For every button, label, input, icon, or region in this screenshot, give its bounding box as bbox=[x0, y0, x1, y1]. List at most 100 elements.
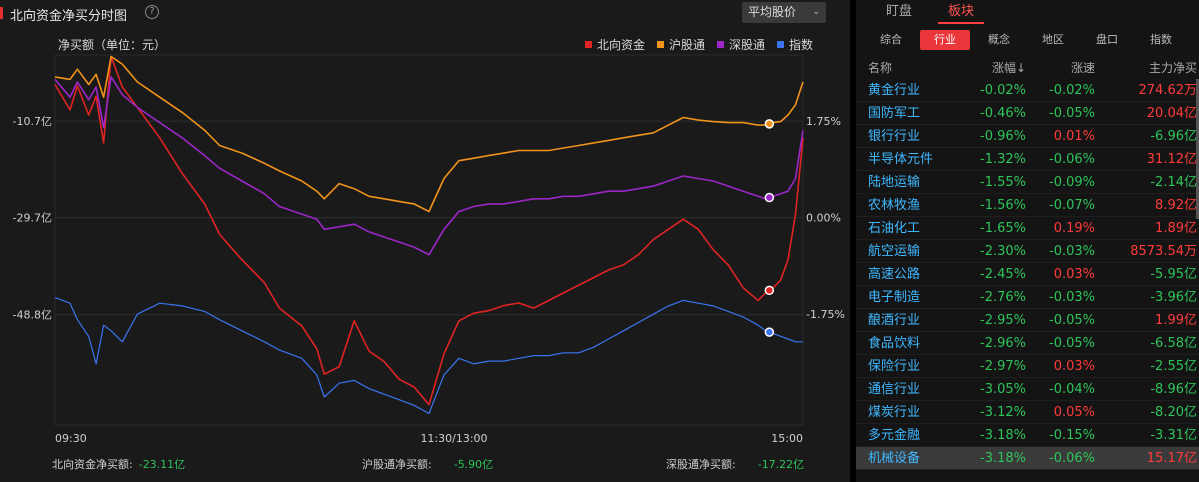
north-net-buy: 北向资金净买额: -23.11亿 bbox=[52, 456, 185, 472]
main-net-flow: -6.58亿 bbox=[1150, 336, 1197, 351]
x-tick-label: 09:30 bbox=[55, 432, 87, 445]
table-row[interactable]: 国防军工 -0.46% -0.05% 20.04亿 bbox=[856, 102, 1199, 125]
tab-sector[interactable]: 板块 bbox=[932, 0, 990, 24]
subtab-concept[interactable]: 概念 bbox=[974, 30, 1024, 50]
subtab-industry[interactable]: 行业 bbox=[920, 30, 970, 50]
header-name[interactable]: 名称 bbox=[868, 59, 892, 76]
change-speed: -0.02% bbox=[1049, 83, 1095, 98]
main-net-flow: 1.99亿 bbox=[1155, 313, 1197, 328]
sector-name: 黄金行业 bbox=[868, 83, 921, 98]
sector-name: 陆地运输 bbox=[868, 175, 921, 190]
table-row[interactable]: 多元金融 -3.18% -0.15% -3.31亿 bbox=[856, 424, 1199, 447]
sector-name: 银行行业 bbox=[868, 129, 921, 144]
change-speed: 0.01% bbox=[1053, 129, 1095, 144]
change-pct: -2.95% bbox=[980, 313, 1026, 328]
sector-name: 煤炭行业 bbox=[868, 405, 921, 420]
header-speed[interactable]: 涨速 bbox=[1071, 59, 1095, 76]
subtab-overall[interactable]: 综合 bbox=[866, 30, 916, 50]
sector-table: 黄金行业 -0.02% -0.02% 274.62万国防军工 -0.46% -0.05% 2… bbox=[856, 79, 1199, 470]
sector-name: 航空运输 bbox=[868, 244, 921, 259]
plot-frame bbox=[54, 54, 804, 426]
change-pct: -3.18% bbox=[980, 428, 1026, 443]
table-row[interactable]: 农林牧渔 -1.56% -0.07% 8.92亿 bbox=[856, 194, 1199, 217]
tab-watch[interactable]: 盯盘 bbox=[870, 0, 928, 24]
table-row[interactable]: 航空运输 -2.30% -0.03% 8573.54万 bbox=[856, 240, 1199, 263]
change-pct: -1.56% bbox=[980, 198, 1026, 213]
series-marker bbox=[764, 192, 775, 203]
stat-label: 深股通净买额: bbox=[666, 458, 736, 471]
change-pct: -2.45% bbox=[980, 267, 1026, 282]
y-left-tick-label: -48.8亿 bbox=[13, 309, 52, 322]
y-right-tick-label: 0.00% bbox=[806, 212, 841, 225]
sector-name: 保险行业 bbox=[868, 359, 921, 374]
table-row[interactable]: 半导体元件 -1.32% -0.06% 31.12亿 bbox=[856, 148, 1199, 171]
y-left-tick-label: -10.7亿 bbox=[13, 115, 52, 128]
intraday-line-chart[interactable]: -10.7亿 -29.7亿 -48.8亿 1.75% 0.00% -1.75% 09:30 1… bbox=[0, 0, 850, 482]
sector-name: 农林牧渔 bbox=[868, 198, 921, 213]
table-row[interactable]: 黄金行业 -0.02% -0.02% 274.62万 bbox=[856, 79, 1199, 102]
main-net-flow: 8573.54万 bbox=[1130, 244, 1197, 259]
main-net-flow: 274.62万 bbox=[1138, 83, 1198, 98]
x-tick-label: 11:30/13:00 bbox=[420, 432, 487, 445]
main-net-flow: -2.14亿 bbox=[1150, 175, 1197, 190]
change-pct: -1.32% bbox=[980, 152, 1026, 167]
main-net-flow: 20.04亿 bbox=[1146, 106, 1197, 121]
change-speed: 0.03% bbox=[1053, 267, 1095, 282]
change-speed: 0.03% bbox=[1053, 359, 1095, 374]
table-row[interactable]: 食品饮料 -2.96% -0.05% -6.58亿 bbox=[856, 332, 1199, 355]
table-row[interactable]: 保险行业 -2.97% 0.03% -2.55亿 bbox=[856, 355, 1199, 378]
sector-name: 机械设备 bbox=[868, 451, 921, 466]
change-speed: -0.06% bbox=[1049, 152, 1095, 167]
sector-name: 高速公路 bbox=[868, 267, 921, 282]
series-marker bbox=[764, 119, 775, 129]
northbound-chart-panel: 北向资金净买分时图 ? 平均股价 ⌄ 净买额（单位：元） 北向资金 沪股通 深股… bbox=[0, 0, 850, 482]
change-pct: -2.96% bbox=[980, 336, 1026, 351]
change-speed: 0.05% bbox=[1053, 405, 1095, 420]
sector-name: 国防军工 bbox=[868, 106, 921, 121]
sector-name: 多元金融 bbox=[868, 428, 921, 443]
stat-value: -17.22亿 bbox=[757, 458, 805, 471]
main-net-flow: -3.31亿 bbox=[1150, 428, 1197, 443]
subtab-index[interactable]: 指数 bbox=[1136, 30, 1186, 50]
table-row[interactable]: 机械设备 -3.18% -0.06% 15.17亿 bbox=[856, 447, 1199, 470]
table-row[interactable]: 石油化工 -1.65% 0.19% 1.89亿 bbox=[856, 217, 1199, 240]
change-pct: -2.97% bbox=[980, 359, 1026, 374]
table-row[interactable]: 通信行业 -3.05% -0.04% -8.96亿 bbox=[856, 378, 1199, 401]
sector-name: 食品饮料 bbox=[868, 336, 921, 351]
table-row[interactable]: 高速公路 -2.45% 0.03% -5.95亿 bbox=[856, 263, 1199, 286]
table-header: 名称 涨幅↓ 涨速 主力净买 bbox=[856, 59, 1199, 77]
y-right-tick-label: 1.75% bbox=[806, 115, 841, 128]
sh-net-buy: 沪股通净买额: -5.90亿 bbox=[362, 456, 493, 472]
sector-name: 半导体元件 bbox=[868, 152, 934, 167]
stat-label: 北向资金净买额: bbox=[52, 458, 133, 471]
change-pct: -3.05% bbox=[980, 382, 1026, 397]
stat-label: 沪股通净买额: bbox=[362, 458, 432, 471]
top-tab-bar: 盯盘 板块 bbox=[856, 0, 1199, 24]
change-speed: 0.19% bbox=[1053, 221, 1095, 236]
x-tick-label: 15:00 bbox=[771, 432, 803, 445]
header-net-flow[interactable]: 主力净买 bbox=[1149, 59, 1197, 76]
table-row[interactable]: 电子制造 -2.76% -0.03% -3.96亿 bbox=[856, 286, 1199, 309]
table-row[interactable]: 陆地运输 -1.55% -0.09% -2.14亿 bbox=[856, 171, 1199, 194]
main-net-flow: -6.96亿 bbox=[1150, 129, 1197, 144]
subtab-orderbook[interactable]: 盘口 bbox=[1082, 30, 1132, 50]
main-net-flow: 8.92亿 bbox=[1155, 198, 1197, 213]
main-net-flow: -8.20亿 bbox=[1150, 405, 1197, 420]
main-net-flow: -5.95亿 bbox=[1150, 267, 1197, 282]
table-row[interactable]: 煤炭行业 -3.12% 0.05% -8.20亿 bbox=[856, 401, 1199, 424]
table-row[interactable]: 银行行业 -0.96% 0.01% -6.96亿 bbox=[856, 125, 1199, 148]
stat-value: -23.11亿 bbox=[138, 458, 186, 471]
change-pct: -2.76% bbox=[980, 290, 1026, 305]
header-change[interactable]: 涨幅↓ bbox=[992, 59, 1026, 76]
series-line-北向资金 bbox=[54, 55, 804, 406]
change-speed: -0.05% bbox=[1049, 313, 1095, 328]
change-pct: -0.96% bbox=[980, 129, 1026, 144]
change-pct: -0.02% bbox=[980, 83, 1026, 98]
table-row[interactable]: 酿酒行业 -2.95% -0.05% 1.99亿 bbox=[856, 309, 1199, 332]
change-pct: -1.55% bbox=[980, 175, 1026, 190]
subtab-region[interactable]: 地区 bbox=[1028, 30, 1078, 50]
series-marker bbox=[764, 285, 775, 296]
series-line-沪股通 bbox=[54, 55, 804, 213]
y-left-tick-label: -29.7亿 bbox=[13, 212, 52, 225]
main-net-flow: 1.89亿 bbox=[1155, 221, 1197, 236]
